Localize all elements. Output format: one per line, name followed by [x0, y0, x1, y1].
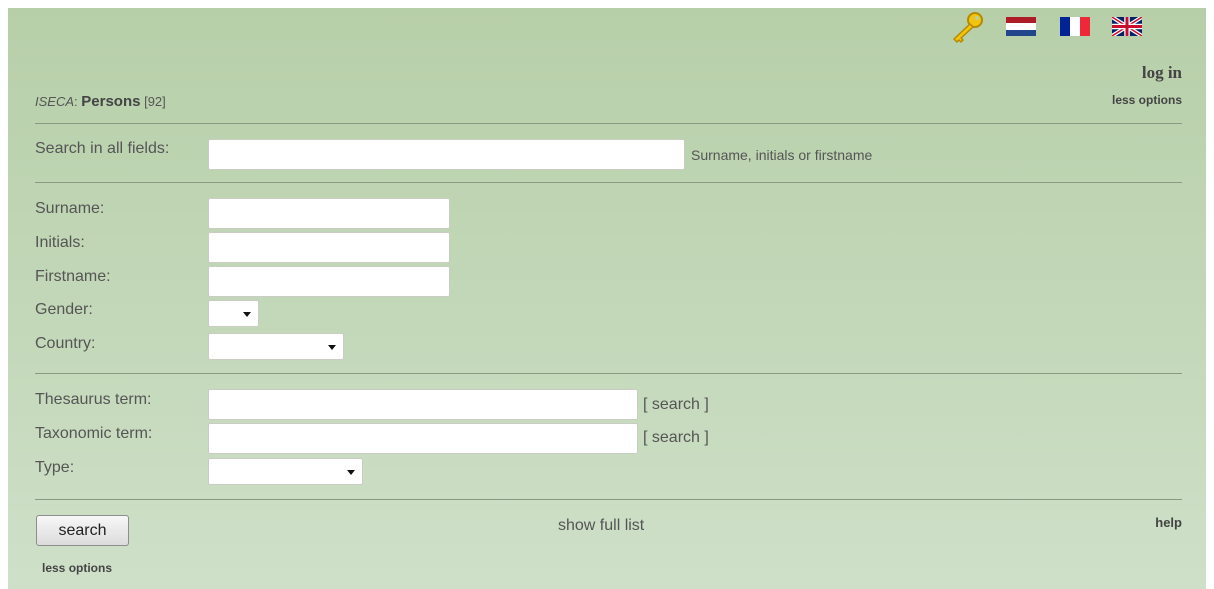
thesaurus-search-link[interactable]: [ search ] — [643, 396, 709, 414]
initials-input[interactable] — [208, 232, 450, 263]
search-button[interactable]: search — [36, 515, 129, 546]
record-count: [92] — [144, 94, 166, 109]
divider — [35, 499, 1182, 500]
search-all-hint: Surname, initials or firstname — [691, 147, 873, 163]
surname-input[interactable] — [208, 198, 450, 229]
firstname-input[interactable] — [208, 266, 450, 297]
search-all-label: Search in all fields: — [35, 140, 170, 157]
show-full-list-link[interactable]: show full list — [558, 517, 644, 535]
divider — [35, 373, 1182, 374]
help-link[interactable]: help — [1155, 515, 1182, 530]
less-options-link-top[interactable]: less options — [1112, 93, 1182, 107]
country-select[interactable] — [208, 333, 344, 360]
type-select[interactable] — [208, 458, 363, 485]
flag-fr-icon[interactable] — [1060, 17, 1090, 36]
type-label: Type: — [35, 459, 75, 476]
taxonomic-term-input[interactable] — [208, 423, 638, 454]
chevron-down-icon — [347, 470, 355, 475]
gender-label: Gender: — [35, 301, 93, 318]
initials-label: Initials: — [35, 234, 85, 251]
country-label: Country: — [35, 335, 96, 352]
page-title: Persons — [81, 93, 141, 110]
thesaurus-term-label: Thesaurus term: — [35, 391, 152, 408]
surname-label: Surname: — [35, 200, 105, 217]
chevron-down-icon — [243, 312, 251, 317]
flag-uk-icon[interactable] — [1112, 17, 1142, 36]
divider — [35, 123, 1182, 124]
taxonomic-term-label: Taxonomic term: — [35, 425, 153, 442]
thesaurus-term-input[interactable] — [208, 389, 638, 420]
less-options-link-bottom[interactable]: less options — [42, 561, 112, 575]
taxonomic-search-link[interactable]: [ search ] — [643, 429, 709, 447]
breadcrumb: ISECA: Persons [92] — [35, 93, 166, 110]
flag-nl-icon[interactable] — [1006, 17, 1036, 36]
breadcrumb-separator: : — [74, 94, 78, 109]
gender-select[interactable] — [208, 300, 259, 327]
login-link[interactable]: log in — [1142, 63, 1182, 83]
chevron-down-icon — [328, 345, 336, 350]
breadcrumb-app: ISECA — [35, 94, 75, 109]
search-all-input[interactable] — [208, 139, 685, 170]
divider — [35, 182, 1182, 183]
search-panel: log in less options ISECA: Persons [92] … — [8, 8, 1206, 589]
firstname-label: Firstname: — [35, 268, 111, 285]
key-icon[interactable] — [949, 11, 985, 43]
